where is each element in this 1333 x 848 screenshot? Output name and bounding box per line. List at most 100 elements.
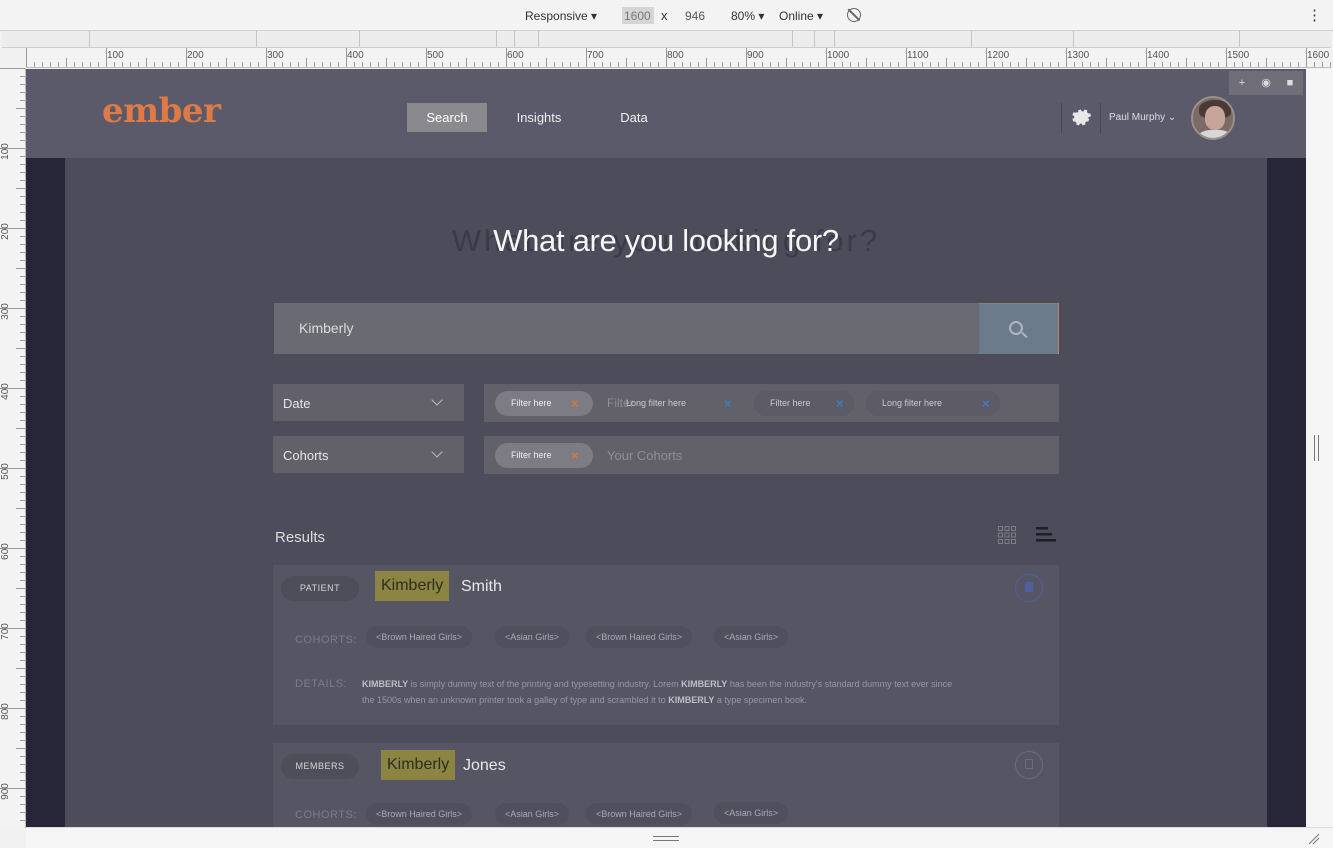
ruler-label: 1000 xyxy=(827,50,850,61)
ruler-label: 700 xyxy=(0,623,11,640)
nav-tab-insights[interactable]: Insights xyxy=(506,103,572,132)
cohort-tag[interactable]: <Asian Girls> xyxy=(495,803,570,825)
grid-view-icon[interactable] xyxy=(998,526,1016,544)
cohorts-placeholder: Your Cohorts xyxy=(607,448,683,463)
user-name[interactable]: Paul Murphy ⌄ xyxy=(1109,112,1176,123)
ruler-label: 1600 xyxy=(1307,50,1330,61)
ruler-label: 700 xyxy=(587,50,604,61)
filter-chip[interactable]: Long filter here × xyxy=(866,391,1000,416)
cohorts-label: COHORTS: xyxy=(295,809,357,821)
search-button[interactable] xyxy=(979,303,1059,354)
lock-icon[interactable]: ■ xyxy=(1283,76,1297,90)
nav-tab-search[interactable]: Search xyxy=(407,103,487,132)
ruler-label: 1400 xyxy=(1147,50,1170,61)
ruler-label: 300 xyxy=(0,303,11,320)
cohort-tag[interactable]: <Brown Haired Girls> xyxy=(366,626,473,648)
filter-chip[interactable]: Long filter here × xyxy=(610,391,740,416)
search-input-value: Kimberly xyxy=(299,320,354,336)
corner-resize-icon[interactable] xyxy=(1308,833,1320,845)
filter-chip[interactable]: Filter here × xyxy=(495,443,593,468)
result-first-name-highlight: Kimberly xyxy=(375,571,450,601)
search-input[interactable]: Kimberly xyxy=(274,303,980,354)
ruler-label: 500 xyxy=(0,463,11,480)
search-icon xyxy=(1009,321,1023,335)
media-query-bar xyxy=(2,31,1331,48)
close-icon[interactable]: × xyxy=(571,443,579,468)
resize-handle[interactable] xyxy=(1314,435,1319,461)
result-card[interactable]: MEMBERS Kimberly Jones COHORTS: <Brown H… xyxy=(273,743,1059,827)
list-view-icon[interactable] xyxy=(1036,526,1056,544)
zoom-select[interactable]: 80% ▾ xyxy=(731,9,764,23)
ruler-label: 1200 xyxy=(987,50,1010,61)
filter-chip-label: Filter here xyxy=(511,398,552,408)
chevron-down-icon: ⌄ xyxy=(1167,112,1177,123)
chevron-down-icon xyxy=(431,446,443,458)
ruler-label: 100 xyxy=(0,143,11,160)
close-icon[interactable]: × xyxy=(724,391,732,416)
results-title: Results xyxy=(275,529,326,546)
result-card[interactable]: PATIENT Kimberly Smith COHORTS: <Brown H… xyxy=(273,565,1059,725)
ruler-label: 600 xyxy=(0,543,11,560)
avatar[interactable] xyxy=(1191,96,1235,140)
close-icon[interactable]: × xyxy=(836,391,844,416)
cohort-tag[interactable]: <Asian Girls> xyxy=(495,626,570,648)
ruler-label: 500 xyxy=(427,50,444,61)
bottom-resize-gutter xyxy=(26,827,1333,848)
result-last-name: Jones xyxy=(463,757,506,774)
cohorts-label: COHORTS: xyxy=(295,634,357,646)
more-options-icon[interactable]: ⋮ xyxy=(1307,6,1322,24)
hero-title: What are you looking for? xyxy=(493,223,839,258)
cohorts-filter-field[interactable]: Filter here × Your Cohorts xyxy=(484,436,1059,474)
details-label: DETAILS: xyxy=(295,678,348,690)
cohorts-dropdown[interactable]: Cohorts xyxy=(273,436,464,473)
cohort-tag[interactable]: <Brown Haired Girls> xyxy=(366,803,473,825)
cohort-tag[interactable]: <Brown Haired Girls> xyxy=(586,626,693,648)
result-type-badge: PATIENT xyxy=(281,576,359,601)
ember-logo[interactable]: ember xyxy=(102,91,221,131)
resize-handle[interactable] xyxy=(653,836,679,841)
bookmark-icon[interactable] xyxy=(1015,751,1043,779)
chevron-down-icon xyxy=(431,394,443,406)
date-dropdown-label: Date xyxy=(283,396,311,411)
ruler-label: 200 xyxy=(0,223,11,240)
horizontal-ruler: 100 200 300 400 500 600 700 800 900 1000 1100 1200 1… xyxy=(26,48,1331,68)
viewport-pin-toolbar: + ◉ ■ xyxy=(1229,71,1303,95)
right-resize-gutter xyxy=(1306,69,1333,827)
ruler-label: 1300 xyxy=(1067,50,1090,61)
add-icon[interactable]: + xyxy=(1235,76,1249,90)
ruler-label: 400 xyxy=(0,383,11,400)
date-dropdown[interactable]: Date xyxy=(273,384,464,421)
cohort-tag[interactable]: <Brown Haired Girls> xyxy=(586,803,693,825)
rotate-icon[interactable] xyxy=(847,8,861,22)
device-viewport: ember Search Insights Data Paul Murphy ⌄… xyxy=(26,69,1306,827)
filter-chip-label: Long filter here xyxy=(626,398,687,408)
ruler-label: 800 xyxy=(667,50,684,61)
height-input[interactable]: 946 xyxy=(683,7,715,24)
filter-chip-label: Filter here xyxy=(770,398,811,408)
filter-chip[interactable]: Filter here × xyxy=(495,391,593,416)
eye-icon[interactable]: ◉ xyxy=(1259,76,1273,90)
filter-chip-label: Long filter here xyxy=(882,398,943,408)
settings-gear-icon[interactable] xyxy=(1070,106,1092,128)
ruler-label: 300 xyxy=(267,50,284,61)
close-icon[interactable]: × xyxy=(982,391,990,416)
result-last-name: Smith xyxy=(461,578,502,595)
bookmark-icon[interactable] xyxy=(1015,574,1043,602)
device-select[interactable]: Responsive ▾ xyxy=(525,9,597,23)
cohort-tag[interactable]: <Asian Girls> xyxy=(714,802,789,824)
result-first-name-highlight: Kimberly xyxy=(381,750,456,780)
ruler-label: 1500 xyxy=(1227,50,1250,61)
date-filter-field[interactable]: Filter Filter here × Long filter here × … xyxy=(484,384,1059,422)
result-details: KIMBERLY is simply dummy text of the pri… xyxy=(362,679,953,705)
ruler-label: 900 xyxy=(747,50,764,61)
filter-chip[interactable]: Filter here × xyxy=(754,391,854,416)
width-input[interactable]: 1600 xyxy=(622,7,654,24)
close-icon[interactable]: × xyxy=(571,391,579,416)
ruler-label: 400 xyxy=(347,50,364,61)
network-select[interactable]: Online ▾ xyxy=(779,9,823,23)
top-navigation: ember Search Insights Data Paul Murphy ⌄ xyxy=(26,69,1306,158)
ruler-label: 900 xyxy=(0,783,11,800)
ruler-label: 600 xyxy=(507,50,524,61)
cohort-tag[interactable]: <Asian Girls> xyxy=(714,626,789,648)
nav-tab-data[interactable]: Data xyxy=(610,103,658,132)
